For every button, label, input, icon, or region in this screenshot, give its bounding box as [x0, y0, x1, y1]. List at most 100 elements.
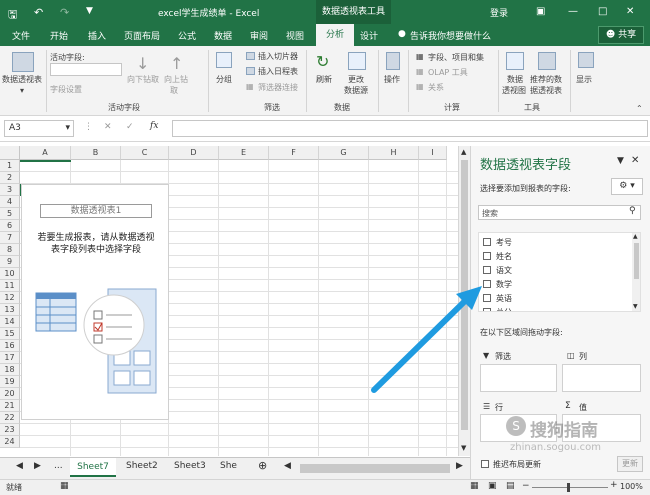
- save-icon[interactable]: 🖫: [8, 6, 17, 25]
- select-all-corner[interactable]: [0, 146, 20, 160]
- insert-function-button[interactable]: fx: [150, 121, 158, 131]
- panel-close-icon[interactable]: ✕: [631, 155, 639, 166]
- name-box[interactable]: A3 ▾: [4, 120, 74, 137]
- column-header-g[interactable]: G: [319, 146, 369, 160]
- scroll-up-icon[interactable]: ▲: [461, 148, 466, 156]
- login-button[interactable]: 登录: [490, 6, 508, 19]
- pivot-dropdown-icon[interactable]: ▾: [20, 86, 24, 95]
- row-header-18[interactable]: 18: [0, 364, 20, 376]
- column-header-i[interactable]: I: [419, 146, 447, 160]
- update-button[interactable]: 更新: [617, 456, 643, 472]
- pivot-table-icon[interactable]: [12, 52, 34, 72]
- field-search-input[interactable]: 搜索 ⚲: [478, 205, 641, 220]
- formula-input[interactable]: [172, 120, 648, 137]
- field-list-scrollbar[interactable]: ▲ ▼: [632, 233, 640, 311]
- sheet-tab[interactable]: Sheet3: [174, 461, 206, 471]
- zoom-level[interactable]: 100%: [620, 482, 643, 491]
- row-header-7[interactable]: 7: [0, 232, 20, 244]
- field-item[interactable]: 考号: [483, 236, 623, 248]
- sheet-tab[interactable]: She: [220, 461, 237, 471]
- row-header-15[interactable]: 15: [0, 328, 20, 340]
- columns-drop-area[interactable]: [562, 364, 641, 392]
- field-item[interactable]: 英语: [483, 292, 623, 304]
- minimize-icon[interactable]: —: [568, 6, 578, 17]
- row-header-10[interactable]: 10: [0, 268, 20, 280]
- filter-connections-button[interactable]: 筛选器连接: [258, 82, 298, 93]
- zoom-in-icon[interactable]: +: [610, 480, 618, 490]
- active-field-input[interactable]: [50, 63, 122, 76]
- zoom-slider[interactable]: [532, 487, 608, 488]
- actions-button[interactable]: 操作: [384, 74, 400, 85]
- tab-home[interactable]: 开始: [50, 29, 68, 42]
- row-header-21[interactable]: 21: [0, 400, 20, 412]
- normal-view-icon[interactable]: ▦: [470, 481, 479, 491]
- row-header-3[interactable]: 3: [0, 184, 20, 196]
- row-header-23[interactable]: 23: [0, 424, 20, 436]
- row-header-20[interactable]: 20: [0, 388, 20, 400]
- fields-items-button[interactable]: 字段、项目和集: [428, 52, 484, 63]
- defer-update-checkbox[interactable]: [481, 460, 489, 468]
- column-header-f[interactable]: F: [269, 146, 319, 160]
- field-item[interactable]: 总分: [483, 306, 623, 311]
- tab-insert[interactable]: 插入: [88, 29, 106, 42]
- row-header-14[interactable]: 14: [0, 316, 20, 328]
- tab-view[interactable]: 视图: [286, 29, 304, 42]
- field-item[interactable]: 数学: [483, 278, 623, 290]
- undo-icon[interactable]: ↶: [34, 6, 43, 19]
- row-header-9[interactable]: 9: [0, 256, 20, 268]
- maximize-icon[interactable]: □: [598, 6, 607, 17]
- pivot-chart-button[interactable]: 数据: [507, 74, 523, 85]
- tab-analyze[interactable]: 分析: [316, 24, 354, 46]
- row-header-8[interactable]: 8: [0, 244, 20, 256]
- row-header-16[interactable]: 16: [0, 340, 20, 352]
- field-item[interactable]: 语文: [483, 264, 623, 276]
- insert-timeline-button[interactable]: 插入日程表: [258, 66, 298, 77]
- row-header-12[interactable]: 12: [0, 292, 20, 304]
- field-checkbox[interactable]: [483, 266, 491, 274]
- row-header-22[interactable]: 22: [0, 412, 20, 424]
- column-header-b[interactable]: B: [71, 146, 121, 160]
- field-checkbox[interactable]: [483, 252, 491, 260]
- field-settings-button[interactable]: 字段设置: [50, 84, 82, 95]
- name-box-dropdown-icon[interactable]: ▾: [65, 121, 70, 136]
- drill-up-button[interactable]: 向上钻: [164, 74, 188, 85]
- field-checkbox[interactable]: [483, 238, 491, 246]
- field-scroll-down-icon[interactable]: ▼: [633, 303, 638, 310]
- scroll-left-icon[interactable]: ◀: [284, 461, 291, 471]
- change-source-button[interactable]: 更改: [348, 74, 364, 85]
- row-header-13[interactable]: 13: [0, 304, 20, 316]
- row-header-4[interactable]: 4: [0, 196, 20, 208]
- tab-data[interactable]: 数据: [214, 29, 232, 42]
- tab-review[interactable]: 审阅: [250, 29, 268, 42]
- panel-options-icon[interactable]: ▼: [617, 156, 624, 166]
- row-header-11[interactable]: 11: [0, 280, 20, 292]
- sheet-tab[interactable]: Sheet2: [126, 461, 158, 471]
- tab-formulas[interactable]: 公式: [178, 29, 196, 42]
- redo-icon[interactable]: ↷: [60, 6, 69, 19]
- tab-design[interactable]: 设计: [360, 29, 378, 42]
- recommended-pivot-button[interactable]: 推荐的数: [530, 74, 562, 85]
- zoom-out-icon[interactable]: −: [522, 481, 530, 491]
- field-item[interactable]: 姓名: [483, 250, 623, 262]
- panel-settings-gear-icon[interactable]: ⚙ ▾: [611, 178, 643, 195]
- column-header-a[interactable]: A: [20, 146, 71, 160]
- row-header-19[interactable]: 19: [0, 376, 20, 388]
- pivot-table-button[interactable]: 数据透视表: [2, 74, 42, 85]
- filters-drop-area[interactable]: [480, 364, 557, 392]
- group-icon[interactable]: [216, 52, 232, 68]
- field-scroll-up-icon[interactable]: ▲: [633, 233, 638, 240]
- drill-down-button[interactable]: 向下钻取: [127, 74, 159, 85]
- zoom-slider-thumb[interactable]: [567, 483, 570, 492]
- olap-tools-button[interactable]: OLAP 工具: [428, 67, 468, 78]
- share-button[interactable]: ☻ 共享: [598, 26, 644, 44]
- macro-record-icon[interactable]: ▦: [60, 481, 69, 491]
- enter-icon[interactable]: ✓: [126, 122, 134, 132]
- add-sheet-icon[interactable]: ⊕: [258, 459, 267, 472]
- tab-file[interactable]: 文件: [12, 29, 30, 42]
- sheet-tab-active[interactable]: Sheet7: [70, 458, 116, 477]
- row-header-1[interactable]: 1: [0, 160, 20, 172]
- customize-quick-access-icon[interactable]: ▼: [86, 6, 93, 16]
- refresh-button[interactable]: 刷新: [316, 74, 332, 85]
- relations-button[interactable]: 关系: [428, 82, 444, 93]
- row-header-5[interactable]: 5: [0, 208, 20, 220]
